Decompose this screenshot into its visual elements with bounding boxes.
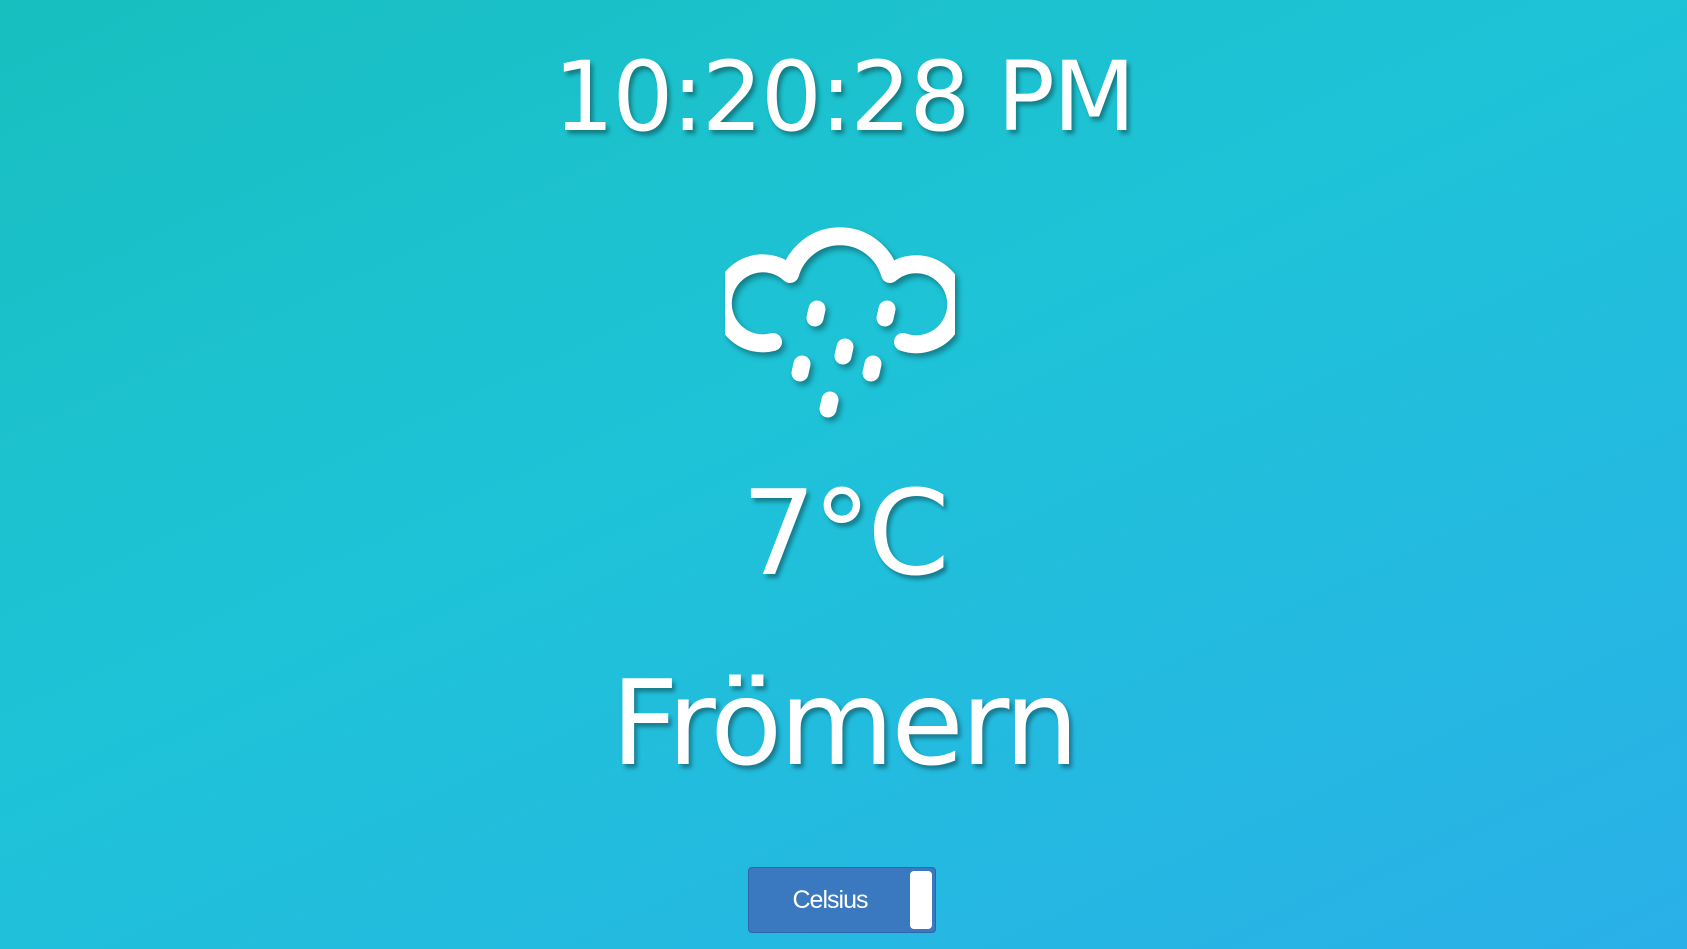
clock-time: 10:20:28 PM bbox=[553, 41, 1135, 153]
temperature-reading: 7°C bbox=[741, 464, 949, 602]
unit-toggle-label: Celsius bbox=[792, 886, 869, 914]
unit-toggle-knob[interactable] bbox=[910, 871, 932, 929]
location-name: Frömern bbox=[610, 654, 1079, 792]
rain-cloud-icon bbox=[725, 227, 955, 418]
unit-toggle[interactable]: Celsius bbox=[748, 867, 936, 933]
